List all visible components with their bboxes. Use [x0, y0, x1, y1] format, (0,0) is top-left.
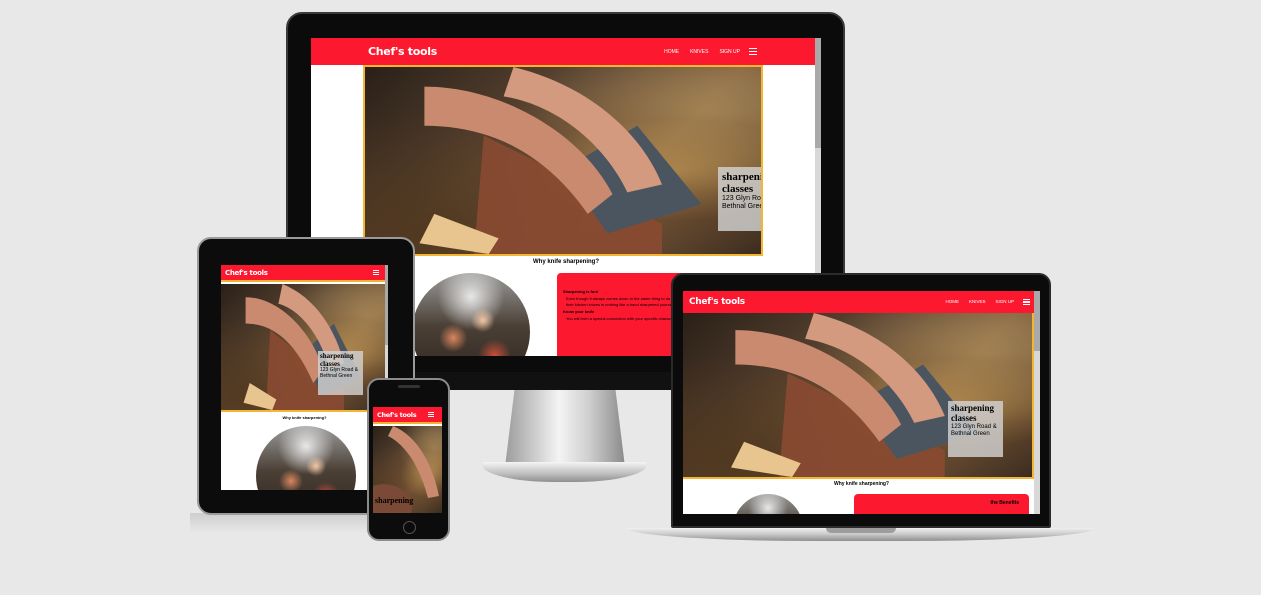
scroll-thumb[interactable]: [1034, 291, 1040, 351]
brand-logo[interactable]: Chef's tools: [225, 269, 268, 277]
hamburger-icon[interactable]: [373, 269, 379, 276]
home-button[interactable]: [403, 521, 416, 534]
nav-links: HOME KNIVES SIGN UP: [664, 47, 757, 56]
hero-address: 123 Glyn Road & Bethnal Green: [951, 423, 997, 437]
nav-knives[interactable]: KNIVES: [969, 299, 986, 304]
phone-speaker: [398, 385, 420, 388]
hero-caption: sharpening classes 123 Glyn Road & Bethn…: [318, 351, 363, 395]
hero-image: sharpening classes 123 Glyn Road & Bethn…: [221, 284, 385, 412]
nav-links: [373, 269, 379, 276]
hero-title: sharpening: [375, 496, 414, 505]
hero-address: 123 Glyn Road & Bethnal Green: [722, 195, 763, 211]
section-title: Why knife sharpening?: [282, 415, 327, 420]
hands-knife-illustration: [419, 67, 702, 254]
hero-title: sharpening classes: [722, 171, 763, 196]
hero-image: sharpening classes 123 Glyn Road & Bethn…: [363, 65, 763, 256]
phone-screen: Chef's tools sharpening: [373, 407, 442, 513]
scroll-thumb[interactable]: [815, 38, 821, 148]
navbar: Chef's tools HOME KNIVES SIGN UP: [683, 291, 1040, 313]
nav-home[interactable]: HOME: [945, 299, 959, 304]
hero-title: sharpening classes: [320, 352, 354, 368]
monitor-stand: [505, 389, 625, 467]
brand-logo[interactable]: Chef's tools: [368, 45, 437, 58]
monitor-foot: [482, 462, 647, 482]
card-heading: the Benefits: [990, 500, 1019, 506]
brand-logo[interactable]: Chef's tools: [689, 297, 745, 307]
section-title: Why knife sharpening?: [833, 481, 889, 487]
nav-signup[interactable]: SIGN UP: [995, 299, 1014, 304]
circle-photo: [733, 494, 803, 514]
hero-image: sharpening: [373, 426, 442, 513]
info-card: the Benefits: [854, 494, 1029, 514]
nav-signup[interactable]: SIGN UP: [719, 49, 740, 55]
laptop-screen: Chef's tools HOME KNIVES SIGN UP sharpen…: [683, 291, 1040, 514]
nav-links: [428, 411, 434, 418]
circle-photo: [256, 426, 356, 490]
nav-links: HOME KNIVES SIGN UP: [945, 298, 1030, 306]
brand-logo[interactable]: Chef's tools: [377, 411, 417, 419]
nav-home[interactable]: HOME: [664, 49, 679, 55]
hamburger-icon[interactable]: [749, 47, 757, 56]
hero-address: 123 Glyn Road & Bethnal Green: [320, 367, 359, 380]
hero-caption: sharpening classes 123 Glyn Road & Bethn…: [718, 167, 763, 231]
scroll-thumb[interactable]: [385, 265, 388, 345]
hero-image: sharpening classes 123 Glyn Road & Bethn…: [683, 313, 1034, 479]
tablet-screen: Chef's tools sharpening classes 123 Glyn…: [221, 265, 388, 490]
laptop-notch: [826, 528, 896, 533]
hamburger-icon[interactable]: [1023, 298, 1030, 306]
laptop-scrollbar[interactable]: [1034, 291, 1040, 514]
hero-caption: sharpening classes 123 Glyn Road & Bethn…: [948, 401, 1003, 457]
navbar: Chef's tools: [221, 265, 388, 282]
hamburger-icon[interactable]: [428, 411, 434, 418]
navbar: Chef's tools: [373, 407, 442, 424]
circle-photo: [412, 273, 530, 356]
navbar: Chef's tools HOME KNIVES SIGN UP: [311, 38, 821, 65]
nav-knives[interactable]: KNIVES: [690, 49, 708, 55]
hero-title: sharpening classes: [951, 403, 995, 423]
